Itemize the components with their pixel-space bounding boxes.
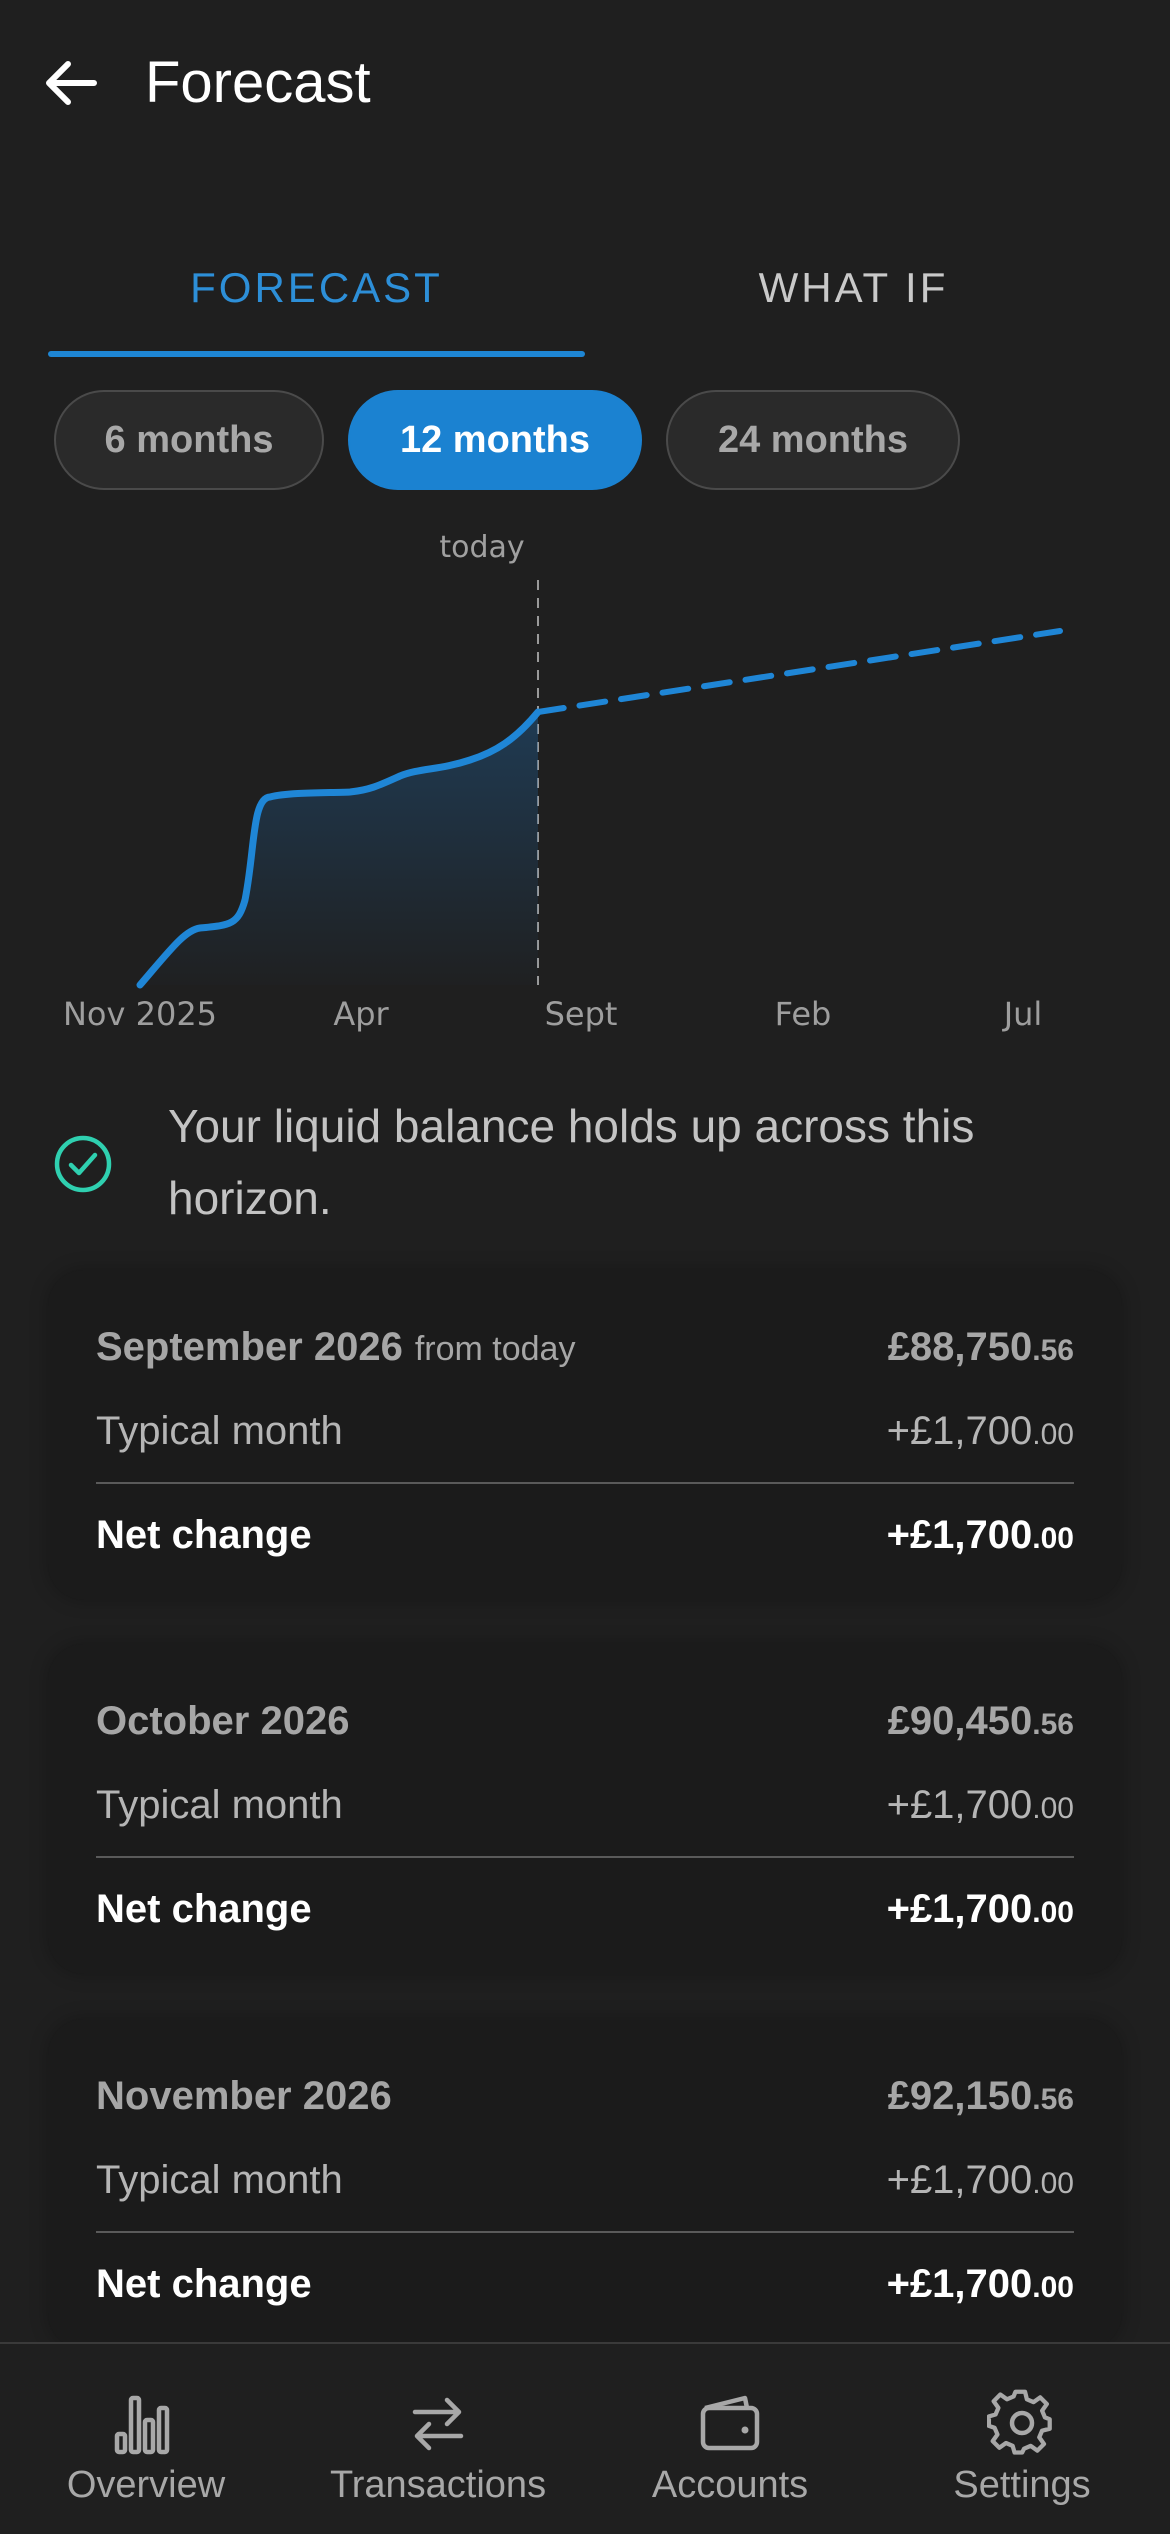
check-circle-icon (54, 1135, 112, 1193)
projected-balance: £88,750.56 (888, 1322, 1074, 1376)
x-tick-label: Nov 2025 (63, 995, 217, 1033)
divider (96, 2231, 1074, 2233)
typical-cents: .00 (1032, 2167, 1074, 2200)
net-main: +£1,700 (886, 2262, 1033, 2306)
tab-bar: FORECAST WHAT IF (48, 245, 1122, 360)
nav-transactions[interactable]: Transactions (292, 2344, 584, 2534)
net-change-label: Net change (96, 1887, 312, 1931)
typical-month-label: Typical month (96, 2158, 343, 2202)
today-label: today (439, 530, 524, 565)
net-change-label: Net change (96, 1513, 312, 1557)
balance-cents: .56 (1032, 1334, 1074, 1367)
net-change-value: +£1,700.00 (887, 2259, 1074, 2313)
page-title: Forecast (145, 50, 371, 115)
forecast-line (535, 628, 1063, 715)
back-button[interactable] (38, 50, 104, 116)
x-tick-label: Jul (1002, 995, 1043, 1033)
projected-balance: £92,150.56 (888, 2071, 1074, 2125)
bottom-navigation: Overview Transactions Accounts Settings (0, 2342, 1170, 2534)
balance-main: £90,450 (887, 1699, 1033, 1743)
month-card[interactable]: September 2026 from today £88,750.56 Typi… (48, 1270, 1122, 1600)
wallet-icon (700, 2395, 760, 2451)
nav-settings[interactable]: Settings (876, 2344, 1168, 2534)
balance-cents: .56 (1032, 1708, 1074, 1741)
typical-main: +£1,700 (886, 1409, 1033, 1453)
month-card[interactable]: November 2026 £92,150.56 Typical month +… (48, 2019, 1122, 2349)
nav-accounts[interactable]: Accounts (584, 2344, 876, 2534)
net-cents: .00 (1032, 1522, 1074, 1555)
arrow-left-icon (46, 61, 97, 105)
net-cents: .00 (1032, 1896, 1074, 1929)
typical-cents: .00 (1032, 1792, 1074, 1825)
forecast-chart: today Nov 2025 Apr Sept Feb Jul (63, 530, 1063, 1033)
typical-month-value: +£1,700.00 (887, 1406, 1074, 1460)
typical-main: +£1,700 (886, 1783, 1033, 1827)
tab-what-if[interactable]: WHAT IF (585, 245, 1122, 357)
typical-month-value: +£1,700.00 (887, 2155, 1074, 2209)
x-tick-label: Feb (775, 995, 832, 1033)
bar-chart-icon (114, 2395, 170, 2455)
typical-month-label: Typical month (96, 1409, 343, 1453)
typical-month-value: +£1,700.00 (887, 1780, 1074, 1834)
balance-main: £92,150 (887, 2074, 1033, 2118)
range-chip-12-months[interactable]: 12 months (348, 390, 642, 490)
nav-label: Accounts (651, 2464, 809, 2506)
divider (96, 1856, 1074, 1858)
net-main: +£1,700 (886, 1513, 1033, 1557)
month-card[interactable]: October 2026 £90,450.56 Typical month +£… (48, 1644, 1122, 1974)
nav-label: Settings (953, 2464, 1091, 2506)
nav-label: Overview (66, 2464, 226, 2506)
month-note: from today (414, 1330, 576, 1368)
app-header: Forecast (0, 0, 1170, 170)
month-label: November 2026 (96, 2074, 392, 2118)
projected-balance: £90,450.56 (888, 1696, 1074, 1750)
net-change-label: Net change (96, 2262, 312, 2306)
x-tick-label: Apr (333, 995, 389, 1033)
typical-cents: .00 (1032, 1418, 1074, 1451)
card-month-heading: November 2026 (96, 2071, 392, 2121)
x-tick-label: Sept (545, 995, 618, 1033)
nav-overview[interactable]: Overview (0, 2344, 292, 2534)
divider (96, 1482, 1074, 1484)
active-tab-indicator (48, 351, 585, 357)
net-cents: .00 (1032, 2271, 1074, 2304)
forecast-status: Your liquid balance holds up across this… (52, 1090, 1132, 1240)
typical-main: +£1,700 (886, 2158, 1033, 2202)
month-label: September 2026 (96, 1325, 403, 1369)
net-main: +£1,700 (886, 1887, 1033, 1931)
swap-arrows-icon (412, 2397, 464, 2451)
history-area (140, 712, 538, 985)
gear-icon (987, 2389, 1052, 2455)
balance-main: £88,750 (887, 1325, 1033, 1369)
range-chip-24-months[interactable]: 24 months (666, 390, 960, 490)
nav-label: Transactions (329, 2464, 547, 2506)
month-label: October 2026 (96, 1699, 350, 1743)
net-change-value: +£1,700.00 (887, 1884, 1074, 1938)
status-message: Your liquid balance holds up across this… (168, 1100, 975, 1224)
typical-month-label: Typical month (96, 1783, 343, 1827)
card-month-heading: September 2026 from today (96, 1322, 575, 1374)
net-change-value: +£1,700.00 (887, 1510, 1074, 1564)
balance-cents: .56 (1032, 2083, 1074, 2116)
tab-forecast[interactable]: FORECAST (48, 245, 585, 357)
range-chip-6-months[interactable]: 6 months (54, 390, 324, 490)
card-month-heading: October 2026 (96, 1696, 349, 1746)
